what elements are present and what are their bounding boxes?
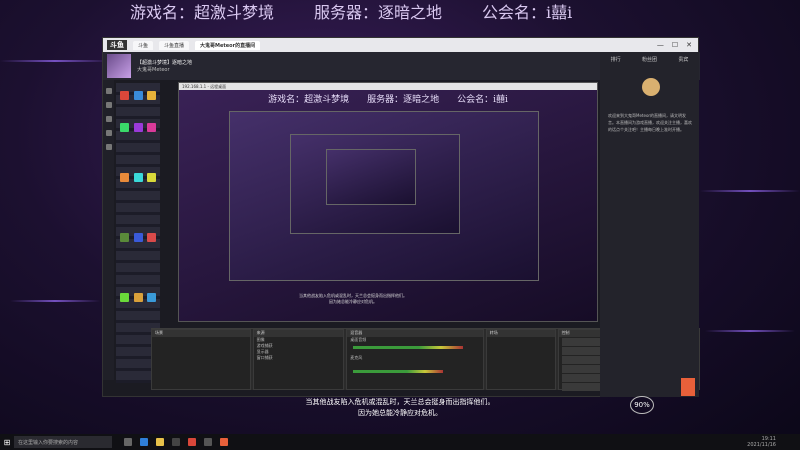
subtitle-line: 当其他战友陷入危机或混乱时，天兰总会挺身而出指挥他们。 — [305, 398, 495, 406]
browser-tab[interactable]: 斗鱼直播 — [159, 40, 190, 50]
browser-tab-active[interactable]: 大鬼哥Meteor的直播间 — [195, 40, 261, 50]
obs-mixer-track: 桌面音频 — [350, 337, 367, 342]
nested-caption: 当其他战友陷入危机或混乱时，天兰总会挺身而出指挥他们。 因为她总能冷静应对危机。 — [253, 293, 453, 305]
background-streak — [0, 60, 110, 62]
app-icon[interactable] — [204, 438, 212, 446]
desktop-app-icon — [134, 91, 143, 100]
subtitle-line: 因为她总能冷静应对危机。 — [358, 409, 442, 417]
douyu-logo: 斗鱼 — [107, 40, 127, 50]
left-nav-bar — [103, 80, 114, 380]
desktop-app-icon — [120, 293, 129, 302]
clock-date: 2021/11/16 — [747, 442, 776, 448]
desktop-app-icon — [147, 233, 156, 242]
obs-mixer-track: 麦克风 — [350, 355, 363, 360]
obs-source-item[interactable]: 窗口捕获 — [254, 355, 344, 361]
desktop-app-icon — [120, 91, 129, 100]
progress-percent-badge: 90% — [630, 396, 654, 414]
sidebar-avatar[interactable] — [642, 78, 660, 96]
server-name-text: 服务器：逐暗之地 — [314, 3, 443, 22]
streamer-avatar[interactable] — [107, 54, 131, 78]
desktop-app-icon — [147, 173, 156, 182]
obs-transitions-panel: 转场 — [485, 329, 556, 390]
stream-title: 【超激斗梦境】逐暗之地 — [137, 60, 193, 66]
stream-overlay-banner: 游戏名：超激斗梦境 服务器：逐暗之地 公会名：i囍i — [0, 0, 800, 22]
desktop-app-icon — [134, 293, 143, 302]
explorer-icon[interactable] — [156, 438, 164, 446]
remote-window-title: 192.168.1.1 - 远程桌面 — [179, 83, 597, 90]
desktop-app-icon — [134, 233, 143, 242]
obs-scenes-header: 场景 — [152, 330, 250, 337]
send-gift-button[interactable] — [681, 378, 695, 396]
desktop-app-icon — [120, 173, 129, 182]
streamer-name[interactable]: 大鬼哥Meteor — [137, 66, 192, 73]
desktop-app-icon — [134, 123, 143, 132]
browser-titlebar: 斗鱼 斗鱼 斗鱼直播 大鬼哥Meteor的直播间 — ☐ ✕ — [103, 38, 698, 52]
follow-icon[interactable] — [105, 102, 112, 108]
game-name-text: 游戏名：超激斗梦境 — [130, 3, 275, 22]
message-icon[interactable] — [105, 144, 112, 150]
obs-mixer-panel: 混音器 桌面音频 麦克风 — [346, 329, 484, 390]
desktop-app-icon — [147, 91, 156, 100]
nested-stream-preview — [229, 111, 539, 281]
category-icon[interactable] — [105, 116, 112, 122]
edge-icon[interactable] — [140, 438, 148, 446]
sidebar-tabs: 排行 粉丝团 贵宾 — [600, 52, 699, 63]
app-icon[interactable] — [220, 438, 228, 446]
background-streak — [705, 330, 795, 332]
close-icon[interactable]: ✕ — [686, 41, 692, 49]
window-controls: — ☐ ✕ — [657, 41, 698, 49]
video-icon[interactable] — [105, 130, 112, 136]
chat-sidebar: 排行 粉丝团 贵宾 欢迎来到大鬼哥Meteor的直播间，请文明发言。本直播间为游… — [600, 52, 699, 397]
desktop-app-icon — [120, 123, 129, 132]
app-icon[interactable] — [172, 438, 180, 446]
tab-rank[interactable]: 排行 — [611, 56, 621, 63]
obs-scenes-panel: 场景 — [151, 329, 251, 390]
nested-stream-preview — [290, 134, 460, 234]
obs-mixer-header: 混音器 — [347, 330, 483, 337]
obs-transitions-header: 转场 — [486, 330, 555, 337]
obs-sources-panel: 来源 图像 游戏捕获 显示器 窗口捕获 — [252, 329, 345, 390]
maximize-icon[interactable]: ☐ — [672, 41, 678, 49]
nested-caption-line: 因为她总能冷静应对危机。 — [329, 299, 377, 304]
guild-name-text: 公会名：i囍i — [482, 3, 573, 22]
home-icon[interactable] — [105, 88, 112, 94]
tab-vip[interactable]: 贵宾 — [678, 56, 688, 63]
stream-subtitle: 当其他战友陷入危机或混乱时，天兰总会挺身而出指挥他们。 因为她总能冷静应对危机。 — [230, 397, 570, 419]
remote-overlay-banner: 游戏名：超激斗梦境 服务器：逐暗之地 公会名：i囍i — [268, 95, 508, 105]
tab-fans[interactable]: 粉丝团 — [642, 56, 657, 63]
background-streak — [10, 300, 100, 302]
background-streak — [700, 190, 800, 192]
browser-window: 斗鱼 斗鱼 斗鱼直播 大鬼哥Meteor的直播间 — ☐ ✕ 【超激斗梦境】逐暗… — [102, 37, 700, 397]
room-announcement: 欢迎来到大鬼哥Meteor的直播间，请文明发言。本直播间为游戏直播，欢迎关注主播… — [608, 113, 692, 132]
browser-tab[interactable]: 斗鱼 — [133, 40, 154, 50]
audio-meter — [353, 346, 464, 349]
app-icon[interactable] — [188, 438, 196, 446]
minimize-icon[interactable]: — — [657, 41, 664, 49]
desktop-app-icon — [147, 293, 156, 302]
taskbar-search-input[interactable]: 在这里输入你要搜索的内容 — [14, 436, 112, 448]
system-tray-clock[interactable]: 19:11 2021/11/16 — [747, 436, 800, 448]
start-icon[interactable]: ⊞ — [0, 434, 14, 450]
task-view-icon[interactable] — [124, 438, 132, 446]
remote-desktop-window: 192.168.1.1 - 远程桌面 游戏名：超激斗梦境 服务器：逐暗之地 公会… — [178, 82, 598, 322]
desktop-app-icon — [134, 173, 143, 182]
obs-sources-header: 来源 — [253, 330, 344, 337]
desktop-app-icon — [147, 123, 156, 132]
desktop-app-icon — [120, 233, 129, 242]
windows-taskbar: ⊞ 在这里输入你要搜索的内容 19:11 2021/11/16 — [0, 434, 800, 450]
nested-stream-preview — [326, 149, 416, 205]
taskbar-pinned-apps — [124, 438, 228, 446]
audio-meter — [353, 370, 444, 373]
